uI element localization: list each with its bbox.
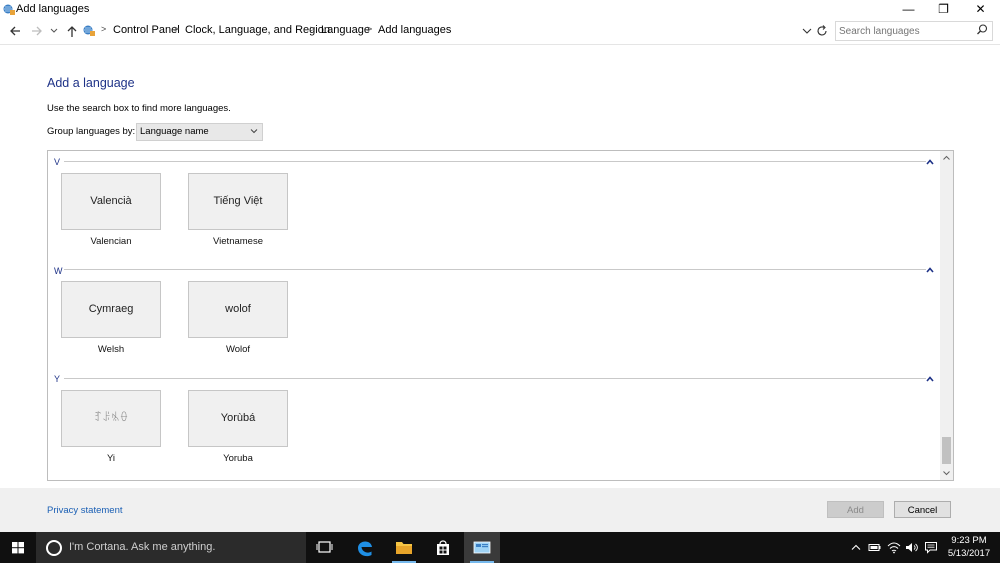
address-dropdown-chevron-icon[interactable] [802, 26, 812, 36]
language-tile-yi[interactable]: ꆈꌠꁱꂷ [61, 390, 161, 447]
scrollbar-thumb[interactable] [942, 437, 951, 464]
maximize-button[interactable]: ❐ [926, 0, 961, 19]
breadcrumb-clock-language-region[interactable]: Clock, Language, and Region [185, 24, 330, 36]
navigation-bar: > Control Panel > Clock, Language, and R… [0, 20, 1000, 42]
action-center-icon[interactable] [924, 541, 938, 554]
breadcrumb[interactable]: > Control Panel > Clock, Language, and R… [82, 21, 813, 41]
task-view-icon[interactable] [307, 532, 343, 563]
group-by-value: Language name [140, 126, 209, 137]
clock-time: 9:23 PM [951, 535, 987, 546]
clock-date: 5/13/2017 [947, 548, 991, 559]
cortana-icon [46, 540, 62, 556]
window-title: Add languages [16, 3, 90, 15]
search-box[interactable] [835, 21, 993, 41]
language-tile-welsh[interactable]: Cymraeg [61, 281, 161, 338]
page-title: Add a language [47, 76, 135, 90]
language-tile-vietnamese[interactable]: Tiếng Việt [188, 173, 288, 230]
add-button[interactable]: Add [827, 501, 884, 518]
section-letter-y: Y [54, 374, 61, 384]
volume-icon[interactable] [905, 541, 919, 554]
breadcrumb-separator-icon: > [101, 24, 107, 34]
taskbar: I'm Cortana. Ask me anything. 9:23 PM 5/… [0, 532, 1000, 563]
section-divider [64, 378, 926, 379]
language-name-wolof: Wolof [225, 344, 251, 355]
section-letter-v: V [54, 157, 61, 167]
control-panel-taskbar-item[interactable] [464, 532, 500, 563]
show-hidden-icons-chevron-icon[interactable] [849, 541, 863, 554]
control-panel-icon [83, 25, 95, 36]
control-panel-window-icon [473, 541, 491, 554]
group-by-label: Group languages by: [47, 126, 136, 137]
section-letter-w: W [54, 266, 63, 276]
file-explorer-taskbar-item[interactable] [386, 532, 422, 563]
wifi-icon[interactable] [887, 541, 901, 554]
language-tile-valencian[interactable]: Valencià [61, 173, 161, 230]
language-tile-yoruba[interactable]: Yorùbá [188, 390, 288, 447]
collapse-section-icon[interactable] [925, 375, 935, 383]
cortana-search-box[interactable]: I'm Cortana. Ask me anything. [36, 532, 306, 563]
forward-arrow-icon[interactable] [30, 23, 44, 39]
refresh-icon[interactable] [815, 23, 829, 39]
language-name-yi: Yi [106, 453, 116, 464]
title-bar: Add languages — ❐ ✕ [0, 0, 1000, 19]
control-panel-icon [3, 4, 15, 15]
battery-icon[interactable] [868, 541, 882, 554]
language-list[interactable]: V Valencià Valencian Tiếng Việt Vietname… [47, 150, 954, 481]
language-name-welsh: Welsh [97, 344, 125, 355]
collapse-section-icon[interactable] [925, 158, 935, 166]
collapse-section-icon[interactable] [925, 266, 935, 274]
windows-start-icon[interactable] [0, 532, 36, 563]
cancel-button[interactable]: Cancel [894, 501, 951, 518]
breadcrumb-separator-icon: > [174, 24, 180, 34]
language-name-vietnamese: Vietnamese [213, 236, 263, 247]
privacy-statement-link[interactable]: Privacy statement [47, 505, 123, 516]
language-name-yoruba: Yoruba [223, 453, 253, 464]
scroll-down-arrow-icon[interactable] [940, 466, 953, 480]
section-divider [64, 269, 926, 270]
breadcrumb-control-panel[interactable]: Control Panel [113, 24, 180, 36]
chevron-down-icon [250, 129, 258, 134]
breadcrumb-separator-icon: > [367, 24, 373, 34]
system-clock[interactable]: 9:23 PM 5/13/2017 [944, 534, 994, 560]
breadcrumb-language[interactable]: Language [321, 24, 370, 36]
toolbar-divider [0, 44, 1000, 45]
breadcrumb-separator-icon: > [310, 24, 316, 34]
up-arrow-icon[interactable] [65, 23, 79, 39]
search-hint: Use the search box to find more language… [47, 103, 231, 114]
close-button[interactable]: ✕ [963, 0, 998, 19]
minimize-button[interactable]: — [891, 0, 926, 19]
edge-browser-icon[interactable] [347, 532, 383, 563]
cortana-placeholder: I'm Cortana. Ask me anything. [69, 541, 216, 553]
group-by-dropdown[interactable]: Language name [136, 123, 263, 141]
recent-locations-chevron-icon[interactable] [49, 23, 59, 39]
search-input[interactable] [836, 22, 969, 39]
back-arrow-icon[interactable] [8, 23, 22, 39]
store-icon[interactable] [425, 532, 461, 563]
language-tile-wolof[interactable]: wolof [188, 281, 288, 338]
vertical-scrollbar[interactable] [940, 151, 953, 480]
search-icon[interactable] [976, 23, 988, 37]
section-divider [64, 161, 926, 162]
action-bar: Privacy statement Add Cancel [0, 488, 1000, 532]
scroll-up-arrow-icon[interactable] [940, 151, 953, 165]
breadcrumb-add-languages[interactable]: Add languages [378, 24, 451, 36]
language-name-valencian: Valencian [90, 236, 132, 247]
file-explorer-icon [396, 542, 412, 554]
